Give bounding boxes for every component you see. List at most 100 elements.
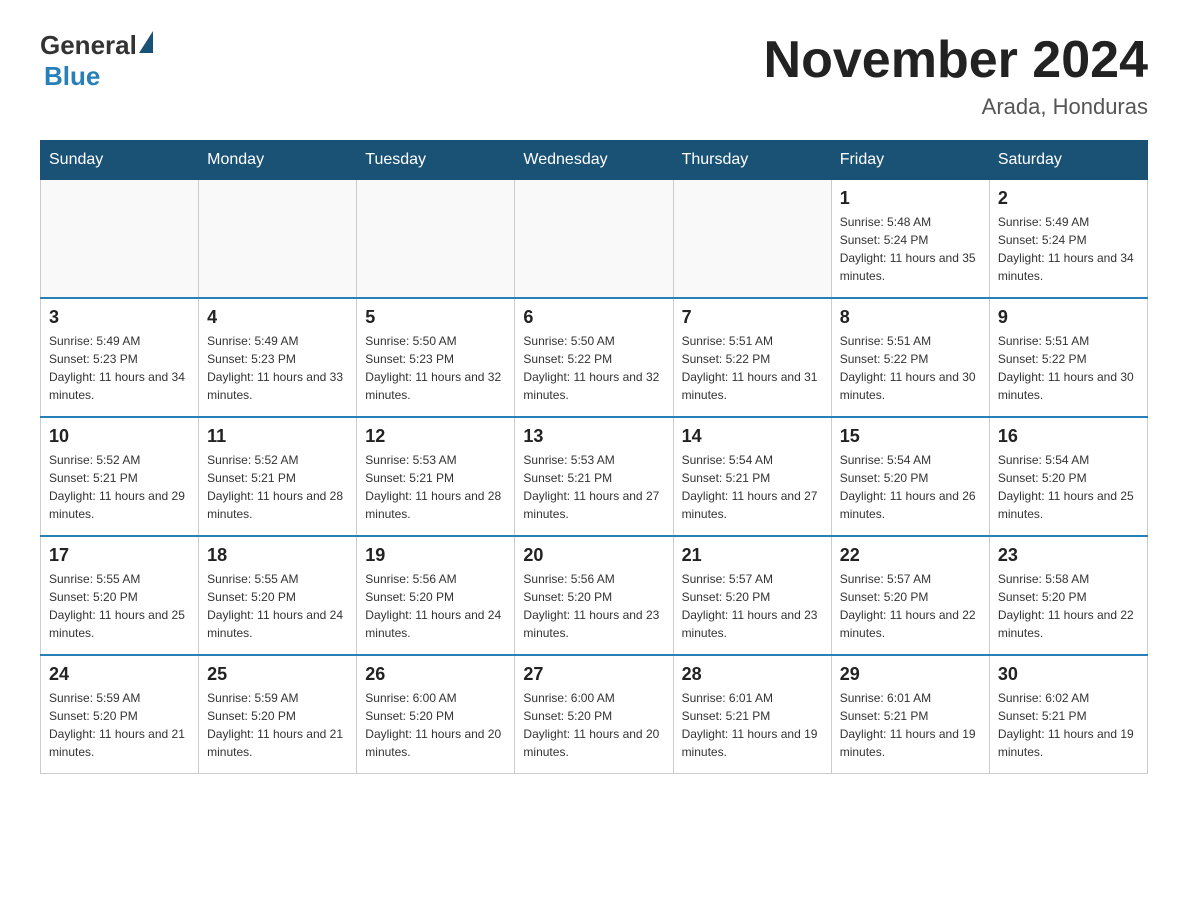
day-number: 12 bbox=[365, 426, 506, 447]
day-info: Sunrise: 5:59 AMSunset: 5:20 PMDaylight:… bbox=[49, 689, 190, 761]
day-cell bbox=[515, 180, 673, 299]
day-cell: 22Sunrise: 5:57 AMSunset: 5:20 PMDayligh… bbox=[831, 536, 989, 655]
title-section: November 2024 Arada, Honduras bbox=[764, 30, 1148, 120]
day-info: Sunrise: 5:55 AMSunset: 5:20 PMDaylight:… bbox=[207, 570, 348, 642]
day-cell: 21 Sunrise: 5:57 AMSunset: 5:20 PMDayligh… bbox=[673, 536, 831, 655]
day-cell: 3Sunrise: 5:49 AMSunset: 5:23 PMDaylight… bbox=[41, 298, 199, 417]
day-number: 6 bbox=[523, 307, 664, 328]
day-cell: 4 Sunrise: 5:49 AMSunset: 5:23 PMDaylight… bbox=[199, 298, 357, 417]
day-number: 3 bbox=[49, 307, 190, 328]
logo-triangle-icon bbox=[139, 31, 153, 53]
day-info: Sunrise: 5:51 AMSunset: 5:22 PMDaylight:… bbox=[840, 332, 981, 404]
day-cell: 17 Sunrise: 5:55 AMSunset: 5:20 PMDayligh… bbox=[41, 536, 199, 655]
day-number: 16 bbox=[998, 426, 1139, 447]
logo: General Blue bbox=[40, 30, 153, 92]
day-cell: 14 Sunrise: 5:54 AMSunset: 5:21 PMDayligh… bbox=[673, 417, 831, 536]
day-info: Sunrise: 5:55 AMSunset: 5:20 PMDaylight:… bbox=[49, 570, 190, 642]
week-row-5: 24 Sunrise: 5:59 AMSunset: 5:20 PMDayligh… bbox=[41, 655, 1148, 774]
day-cell: 5 Sunrise: 5:50 AMSunset: 5:23 PMDaylight… bbox=[357, 298, 515, 417]
day-info: Sunrise: 6:02 AMSunset: 5:21 PMDaylight:… bbox=[998, 689, 1139, 761]
day-info: Sunrise: 5:51 AMSunset: 5:22 PMDaylight:… bbox=[682, 332, 823, 404]
day-info: Sunrise: 5:52 AMSunset: 5:21 PMDaylight:… bbox=[49, 451, 190, 523]
calendar-title: November 2024 bbox=[764, 30, 1148, 90]
day-cell: 13 Sunrise: 5:53 AMSunset: 5:21 PMDayligh… bbox=[515, 417, 673, 536]
day-info: Sunrise: 5:48 AMSunset: 5:24 PMDaylight:… bbox=[840, 213, 981, 285]
day-cell: 19 Sunrise: 5:56 AMSunset: 5:20 PMDayligh… bbox=[357, 536, 515, 655]
day-number: 22 bbox=[840, 545, 981, 566]
day-info: Sunrise: 6:01 AMSunset: 5:21 PMDaylight:… bbox=[682, 689, 823, 761]
day-cell: 26Sunrise: 6:00 AMSunset: 5:20 PMDayligh… bbox=[357, 655, 515, 774]
day-number: 21 bbox=[682, 545, 823, 566]
day-cell bbox=[357, 180, 515, 299]
day-cell: 9 Sunrise: 5:51 AMSunset: 5:22 PMDaylight… bbox=[989, 298, 1147, 417]
day-info: Sunrise: 5:54 AMSunset: 5:20 PMDaylight:… bbox=[998, 451, 1139, 523]
day-info: Sunrise: 5:51 AMSunset: 5:22 PMDaylight:… bbox=[998, 332, 1139, 404]
day-cell: 7 Sunrise: 5:51 AMSunset: 5:22 PMDaylight… bbox=[673, 298, 831, 417]
weekday-header-saturday: Saturday bbox=[989, 141, 1147, 180]
day-info: Sunrise: 6:01 AMSunset: 5:21 PMDaylight:… bbox=[840, 689, 981, 761]
day-info: Sunrise: 5:56 AMSunset: 5:20 PMDaylight:… bbox=[365, 570, 506, 642]
day-cell bbox=[673, 180, 831, 299]
day-number: 24 bbox=[49, 664, 190, 685]
day-info: Sunrise: 5:56 AMSunset: 5:20 PMDaylight:… bbox=[523, 570, 664, 642]
day-cell: 18Sunrise: 5:55 AMSunset: 5:20 PMDayligh… bbox=[199, 536, 357, 655]
day-number: 17 bbox=[49, 545, 190, 566]
day-number: 2 bbox=[998, 188, 1139, 209]
day-info: Sunrise: 5:59 AMSunset: 5:20 PMDaylight:… bbox=[207, 689, 348, 761]
day-cell: 6 Sunrise: 5:50 AMSunset: 5:22 PMDaylight… bbox=[515, 298, 673, 417]
day-info: Sunrise: 5:53 AMSunset: 5:21 PMDaylight:… bbox=[523, 451, 664, 523]
day-cell: 28 Sunrise: 6:01 AMSunset: 5:21 PMDayligh… bbox=[673, 655, 831, 774]
calendar-subtitle: Arada, Honduras bbox=[764, 94, 1148, 120]
weekday-header-sunday: Sunday bbox=[41, 141, 199, 180]
day-number: 1 bbox=[840, 188, 981, 209]
day-info: Sunrise: 5:50 AMSunset: 5:23 PMDaylight:… bbox=[365, 332, 506, 404]
day-cell bbox=[199, 180, 357, 299]
day-info: Sunrise: 5:50 AMSunset: 5:22 PMDaylight:… bbox=[523, 332, 664, 404]
day-cell: 29 Sunrise: 6:01 AMSunset: 5:21 PMDayligh… bbox=[831, 655, 989, 774]
logo-blue-text: Blue bbox=[44, 61, 100, 92]
day-cell: 10 Sunrise: 5:52 AMSunset: 5:21 PMDayligh… bbox=[41, 417, 199, 536]
week-row-1: 1 Sunrise: 5:48 AMSunset: 5:24 PMDaylight… bbox=[41, 180, 1148, 299]
day-cell: 25Sunrise: 5:59 AMSunset: 5:20 PMDayligh… bbox=[199, 655, 357, 774]
day-info: Sunrise: 5:52 AMSunset: 5:21 PMDaylight:… bbox=[207, 451, 348, 523]
day-cell: 16 Sunrise: 5:54 AMSunset: 5:20 PMDayligh… bbox=[989, 417, 1147, 536]
day-cell: 20 Sunrise: 5:56 AMSunset: 5:20 PMDayligh… bbox=[515, 536, 673, 655]
day-number: 23 bbox=[998, 545, 1139, 566]
day-cell: 1 Sunrise: 5:48 AMSunset: 5:24 PMDaylight… bbox=[831, 180, 989, 299]
day-cell bbox=[41, 180, 199, 299]
day-info: Sunrise: 5:57 AMSunset: 5:20 PMDaylight:… bbox=[682, 570, 823, 642]
day-number: 29 bbox=[840, 664, 981, 685]
day-info: Sunrise: 5:58 AMSunset: 5:20 PMDaylight:… bbox=[998, 570, 1139, 642]
day-cell: 23 Sunrise: 5:58 AMSunset: 5:20 PMDayligh… bbox=[989, 536, 1147, 655]
day-number: 28 bbox=[682, 664, 823, 685]
day-number: 14 bbox=[682, 426, 823, 447]
week-row-3: 10 Sunrise: 5:52 AMSunset: 5:21 PMDayligh… bbox=[41, 417, 1148, 536]
day-number: 5 bbox=[365, 307, 506, 328]
day-number: 7 bbox=[682, 307, 823, 328]
day-cell: 8 Sunrise: 5:51 AMSunset: 5:22 PMDaylight… bbox=[831, 298, 989, 417]
day-info: Sunrise: 5:54 AMSunset: 5:21 PMDaylight:… bbox=[682, 451, 823, 523]
day-info: Sunrise: 5:54 AMSunset: 5:20 PMDaylight:… bbox=[840, 451, 981, 523]
day-number: 11 bbox=[207, 426, 348, 447]
day-number: 9 bbox=[998, 307, 1139, 328]
weekday-header-friday: Friday bbox=[831, 141, 989, 180]
day-number: 4 bbox=[207, 307, 348, 328]
day-cell: 11 Sunrise: 5:52 AMSunset: 5:21 PMDayligh… bbox=[199, 417, 357, 536]
day-info: Sunrise: 5:49 AMSunset: 5:24 PMDaylight:… bbox=[998, 213, 1139, 285]
day-number: 20 bbox=[523, 545, 664, 566]
day-number: 15 bbox=[840, 426, 981, 447]
day-number: 19 bbox=[365, 545, 506, 566]
day-cell: 15 Sunrise: 5:54 AMSunset: 5:20 PMDayligh… bbox=[831, 417, 989, 536]
day-number: 26 bbox=[365, 664, 506, 685]
day-number: 30 bbox=[998, 664, 1139, 685]
logo-general-text: General bbox=[40, 30, 137, 61]
calendar-table: SundayMondayTuesdayWednesdayThursdayFrid… bbox=[40, 140, 1148, 774]
weekday-header-thursday: Thursday bbox=[673, 141, 831, 180]
day-cell: 2 Sunrise: 5:49 AMSunset: 5:24 PMDaylight… bbox=[989, 180, 1147, 299]
day-number: 27 bbox=[523, 664, 664, 685]
day-number: 10 bbox=[49, 426, 190, 447]
day-number: 8 bbox=[840, 307, 981, 328]
weekday-header-tuesday: Tuesday bbox=[357, 141, 515, 180]
day-info: Sunrise: 5:49 AMSunset: 5:23 PMDaylight:… bbox=[207, 332, 348, 404]
day-number: 13 bbox=[523, 426, 664, 447]
